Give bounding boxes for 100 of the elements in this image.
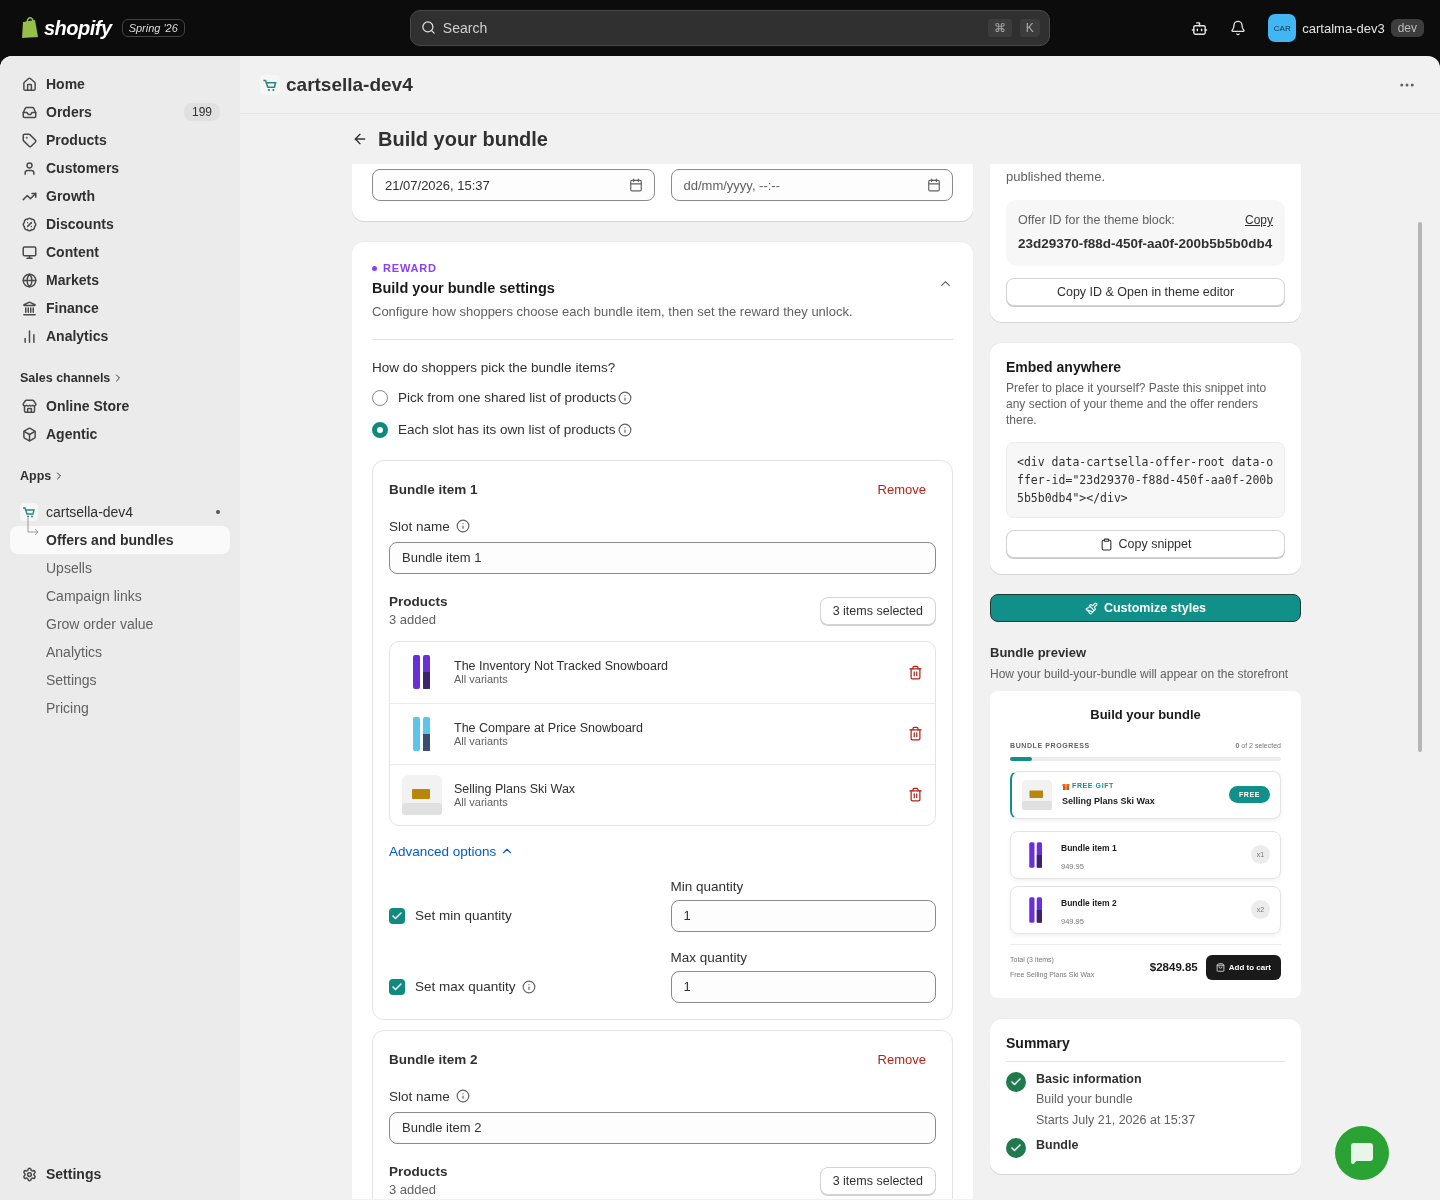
nav-subitem[interactable]: Campaign links <box>10 582 230 610</box>
product-name: The Compare at Price Snowboard <box>454 720 643 735</box>
info-icon <box>455 519 470 534</box>
nav-item[interactable]: Analytics <box>10 322 230 350</box>
start-date-field[interactable]: 21/07/2026, 15:37 <box>372 169 655 201</box>
wax-bar-image <box>1022 779 1052 810</box>
end-date-field[interactable]: dd/mm/yyyy, --:-- <box>670 169 953 201</box>
total-price: $2849.85 <box>1149 961 1198 974</box>
product-name: Selling Plans Ski Wax <box>454 781 576 796</box>
copy-snippet-button[interactable]: Copy snippet <box>1006 530 1285 559</box>
app-title: cartsella-dev4 <box>286 73 413 96</box>
nav-subitem[interactable]: Settings <box>10 666 230 694</box>
nav-subitem[interactable]: Analytics <box>10 638 230 666</box>
pin-dot <box>216 510 220 514</box>
nav-item[interactable]: Settings <box>10 1160 230 1188</box>
step-title: Basic information <box>1036 1071 1143 1086</box>
scrollbar-thumb[interactable] <box>1418 222 1422 752</box>
checkbox[interactable] <box>389 907 405 924</box>
nav-subitem[interactable]: Pricing <box>10 694 230 722</box>
nav-item[interactable]: Customers <box>10 154 230 182</box>
select-products-button[interactable]: 3 items selected <box>819 597 936 626</box>
nav-item[interactable]: Agentic <box>10 420 230 448</box>
nav-subitem[interactable]: Upsells <box>10 554 230 582</box>
app-nav-item[interactable]: cartsella-dev4 <box>10 498 230 526</box>
open-theme-editor-button[interactable]: Copy ID & Open in theme editor <box>1006 278 1285 307</box>
nav-item[interactable]: Home <box>10 70 230 98</box>
section-heading[interactable]: Sales channels <box>10 364 230 392</box>
nav-subitem[interactable]: Grow order value <box>10 610 230 638</box>
item-name: Bundle item 2 <box>1061 897 1117 908</box>
trash-icon[interactable] <box>908 726 923 742</box>
nav-icon <box>20 272 38 288</box>
added-count: 3 added <box>389 1181 437 1199</box>
section-description: Configure how shoppers choose each bundle item, then set the reward they unlock. <box>372 304 853 321</box>
trash-icon[interactable] <box>908 787 923 803</box>
info-icon <box>618 390 633 405</box>
product-variants: All variants <box>454 795 509 808</box>
step-detail: Starts July 21, 2026 at 15:37 <box>1036 1112 1196 1129</box>
products-label: Products <box>389 1163 448 1179</box>
select-products-button[interactable]: 3 items selected <box>819 1167 936 1196</box>
radio-button[interactable] <box>372 421 388 438</box>
count-badge: 199 <box>183 103 220 121</box>
chat-button[interactable] <box>1335 1126 1389 1180</box>
shortcut-key: ⌘ <box>987 19 1012 37</box>
card-title: Embed anywhere <box>1006 359 1123 376</box>
calendar-icon <box>628 178 643 192</box>
bundle-item-title: Bundle item 2 <box>389 1052 478 1068</box>
remove-button[interactable]: Remove <box>867 1052 936 1068</box>
step-detail: Build your bundle <box>1036 1090 1134 1107</box>
bundle-item-title: Bundle item 1 <box>389 482 478 498</box>
search-icon <box>420 20 436 35</box>
nav-item[interactable]: Growth <box>10 182 230 210</box>
product-variants: All variants <box>454 734 508 747</box>
store-avatar[interactable]: CAR <box>1268 14 1297 42</box>
question-label: How do shoppers pick the bundle items? <box>372 359 616 375</box>
remove-button[interactable]: Remove <box>867 482 936 498</box>
nav-item[interactable]: Online Store <box>10 392 230 420</box>
info-icon <box>455 1089 470 1104</box>
nav-item[interactable]: Markets <box>10 266 230 294</box>
nav-icon <box>20 216 38 232</box>
product-name: The Inventory Not Tracked Snowboard <box>454 659 668 674</box>
copy-link[interactable]: Copy <box>1245 213 1273 227</box>
nav-item[interactable]: Orders 199 <box>10 98 230 126</box>
preview-heading: Build your bundle <box>1089 706 1202 722</box>
gift-icon <box>1062 781 1070 790</box>
products-label: Products <box>389 593 448 609</box>
checkbox-label: Set max quantity <box>415 979 516 995</box>
slot-name-field[interactable]: Bundle item 1 <box>389 541 936 574</box>
info-icon <box>617 422 632 437</box>
edition-badge: Spring '26 <box>121 19 185 37</box>
nav-item[interactable]: Discounts <box>10 210 230 238</box>
nav-icon <box>20 76 38 92</box>
advanced-options-link[interactable]: Advanced options <box>389 843 936 859</box>
radio-button[interactable] <box>372 389 388 406</box>
shopify-logo: shopify <box>44 16 112 40</box>
customize-styles-button[interactable]: Customize styles <box>990 594 1301 623</box>
preview-description: How your build-your-bundle will appear on the storefront <box>990 667 1290 683</box>
field-label: Max quantity <box>670 949 749 965</box>
paintbrush-icon <box>1084 601 1098 615</box>
reward-tag: REWARD <box>372 262 853 274</box>
back-icon[interactable] <box>352 131 368 147</box>
notifications-icon[interactable] <box>1230 20 1247 36</box>
section-heading[interactable]: Apps <box>10 462 230 490</box>
shopify-bag-icon <box>20 17 40 39</box>
nav-item[interactable]: Products <box>10 126 230 154</box>
quantity-field[interactable]: 1 <box>670 899 936 932</box>
nav-item[interactable]: Content <box>10 238 230 266</box>
bot-icon[interactable] <box>1191 19 1209 37</box>
nav-subitem[interactable]: Offers and bundles <box>10 526 230 554</box>
step-title: Bundle <box>1036 1138 1079 1153</box>
offer-id: 23d29370-f88d-450f-aa0f-200b5b5b0db4 <box>1018 235 1273 254</box>
field-label: Min quantity <box>670 878 745 894</box>
add-to-cart-button[interactable]: Add to cart <box>1205 954 1281 980</box>
checkmark-icon <box>391 980 403 993</box>
nav-item[interactable]: Finance <box>10 294 230 322</box>
nav-icon <box>20 244 38 260</box>
slot-name-field[interactable]: Bundle item 2 <box>389 1111 936 1144</box>
trash-icon[interactable] <box>908 664 923 680</box>
card-description: Prefer to place it yourself? Paste this snippet into any section of your theme and the offer renders there. <box>1006 381 1268 429</box>
checkbox[interactable] <box>389 978 405 995</box>
quantity-field[interactable]: 1 <box>670 970 936 1003</box>
